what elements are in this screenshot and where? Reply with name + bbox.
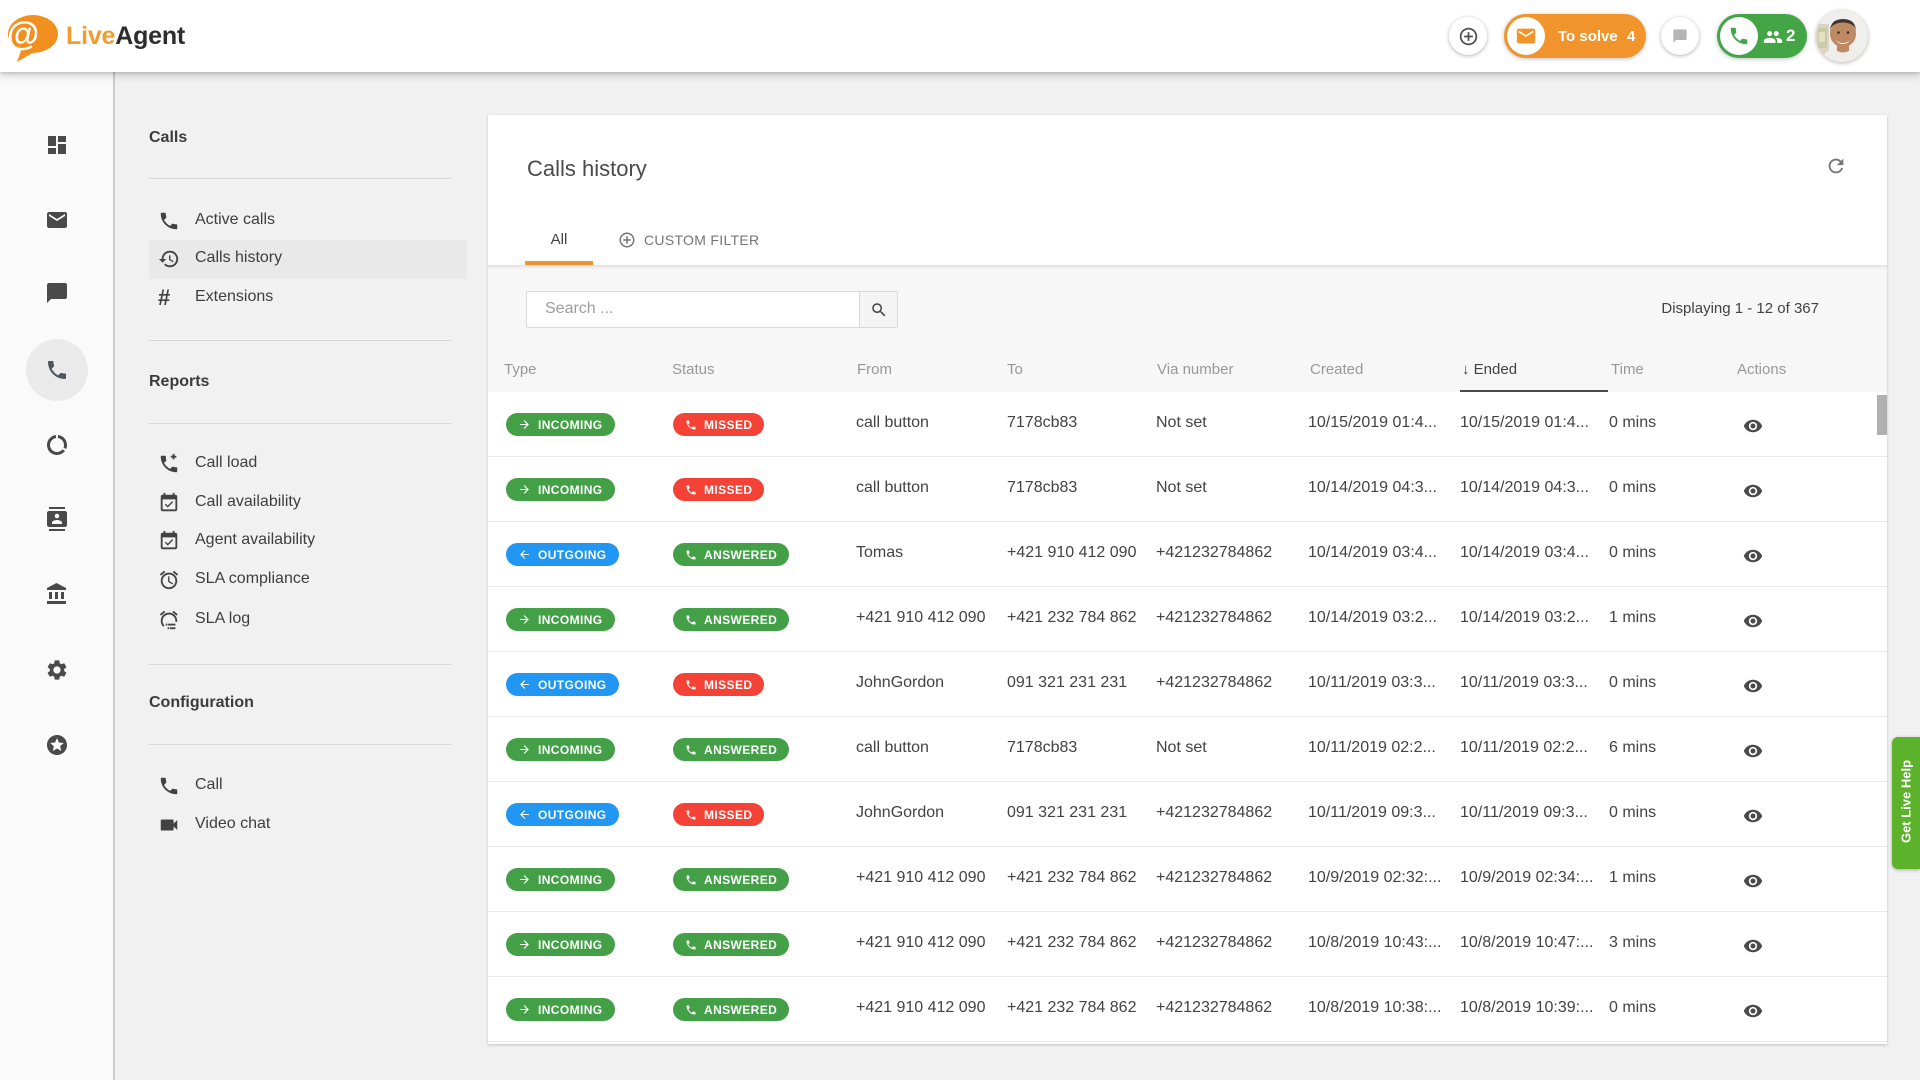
svg-text:@: @ xyxy=(8,15,39,52)
